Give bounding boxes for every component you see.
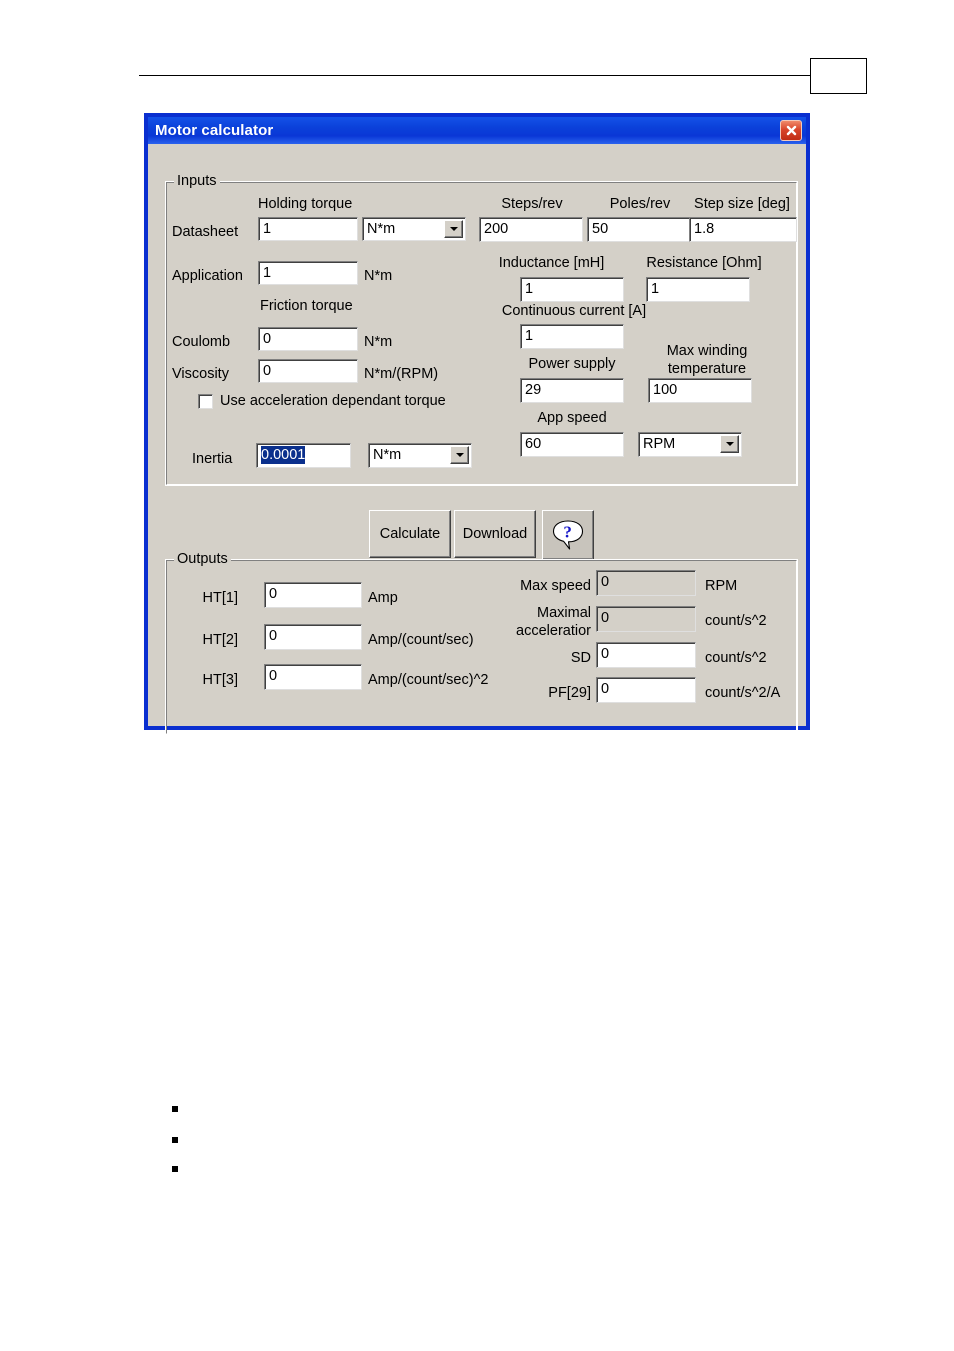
checkbox-box-icon[interactable] [198, 393, 213, 409]
window-title: Motor calculator [155, 122, 274, 139]
application-label: Application [172, 268, 243, 284]
ht1-label: HT[1] [202, 590, 238, 606]
poles-per-rev-label: Poles/rev [609, 196, 671, 212]
power-supply-label: Power supply [528, 356, 616, 372]
max-speed-label: Max speed [520, 578, 591, 594]
inertia-input-selection: 0.0001 [261, 446, 306, 464]
calculate-button[interactable]: Calculate [369, 510, 451, 558]
max-speed-output: 0 [596, 570, 696, 596]
maximal-acceleration-label-line2: acceleratior [516, 623, 591, 639]
inertia-unit-select[interactable]: N*m [368, 443, 472, 468]
steps-per-rev-label: Steps/rev [501, 196, 563, 212]
coulomb-input[interactable]: 0 [258, 327, 358, 351]
use-acceleration-dependant-torque-checkbox[interactable]: Use acceleration dependant torque [198, 393, 446, 409]
inputs-group-label: Inputs [174, 173, 220, 189]
help-button[interactable]: ? [542, 510, 594, 560]
friction-torque-header: Friction torque [260, 298, 353, 314]
close-icon[interactable] [780, 120, 802, 141]
ht1-unit-label: Amp [368, 590, 398, 606]
maximal-acceleration-unit-label: count/s^2 [705, 613, 767, 629]
poles-per-rev-input[interactable]: 50 [587, 217, 691, 242]
dialog-body: Inputs Holding torque Friction torque Da… [148, 144, 806, 735]
ht3-label: HT[3] [202, 672, 238, 688]
use-acceleration-dependant-torque-label: Use acceleration dependant torque [220, 393, 446, 409]
ht2-label: HT[2] [202, 632, 238, 648]
pf29-output[interactable]: 0 [596, 677, 696, 703]
resistance-label: Resistance [Ohm] [646, 255, 762, 271]
chevron-down-icon[interactable] [720, 435, 739, 453]
motor-calculator-dialog: Motor calculator Inputs Holding torque F… [144, 113, 810, 735]
application-unit-label: N*m [364, 268, 393, 284]
datasheet-input[interactable]: 1 [258, 217, 358, 241]
max-winding-temperature-input[interactable]: 100 [648, 378, 752, 403]
max-winding-temperature-label-line2: temperature [667, 361, 747, 377]
list-item [172, 1166, 178, 1172]
ht3-input[interactable]: 0 [264, 664, 362, 690]
list-item [172, 1137, 178, 1143]
outputs-group-label: Outputs [174, 551, 231, 567]
max-winding-temperature-label-line1: Max winding [666, 343, 748, 359]
chevron-down-icon[interactable] [450, 446, 469, 464]
sd-output[interactable]: 0 [596, 642, 696, 668]
steps-per-rev-input[interactable]: 200 [479, 217, 583, 242]
continuous-current-label: Continuous current [A] [501, 303, 647, 319]
app-speed-input[interactable]: 60 [520, 432, 624, 457]
inertia-unit-value: N*m [373, 447, 402, 463]
viscosity-input[interactable]: 0 [258, 359, 358, 383]
app-speed-label: App speed [537, 410, 607, 426]
page-header-box [810, 58, 867, 94]
title-bar[interactable]: Motor calculator [148, 117, 806, 144]
coulomb-unit-label: N*m [364, 334, 393, 350]
page-header-rule [139, 75, 811, 76]
ht1-input[interactable]: 0 [264, 582, 362, 608]
viscosity-label: Viscosity [172, 366, 229, 382]
ht2-input[interactable]: 0 [264, 624, 362, 650]
pf29-label: PF[29] [548, 685, 591, 701]
maximal-acceleration-output: 0 [596, 606, 696, 632]
chevron-down-icon[interactable] [444, 220, 463, 238]
sd-unit-label: count/s^2 [705, 650, 767, 666]
pf29-unit-label: count/s^2/A [705, 685, 781, 701]
inertia-label: Inertia [192, 451, 233, 467]
viscosity-unit-label: N*m/(RPM) [364, 366, 439, 382]
help-question-icon: ? [552, 520, 584, 550]
sd-label: SD [570, 650, 591, 666]
list-item [172, 1106, 178, 1112]
datasheet-unit-select[interactable]: N*m [362, 217, 466, 241]
datasheet-label: Datasheet [172, 224, 239, 240]
inductance-input[interactable]: 1 [520, 277, 624, 302]
coulomb-label: Coulomb [172, 334, 231, 350]
continuous-current-input[interactable]: 1 [520, 324, 624, 349]
datasheet-unit-value: N*m [367, 221, 396, 237]
maximal-acceleration-label-line1: Maximal [537, 605, 591, 621]
app-speed-unit-value: RPM [643, 436, 676, 452]
step-size-label: Step size [deg] [694, 196, 790, 212]
holding-torque-header: Holding torque [258, 196, 353, 212]
app-speed-unit-select[interactable]: RPM [638, 432, 742, 457]
max-speed-unit-label: RPM [705, 578, 738, 594]
inductance-label: Inductance [mH] [498, 255, 605, 271]
svg-text:?: ? [563, 522, 572, 541]
resistance-input[interactable]: 1 [646, 277, 750, 302]
inertia-input[interactable]: 0.0001 [256, 443, 351, 468]
step-size-input[interactable]: 1.8 [689, 217, 797, 242]
application-input[interactable]: 1 [258, 261, 358, 285]
download-button[interactable]: Download [454, 510, 536, 558]
power-supply-input[interactable]: 29 [520, 378, 624, 403]
